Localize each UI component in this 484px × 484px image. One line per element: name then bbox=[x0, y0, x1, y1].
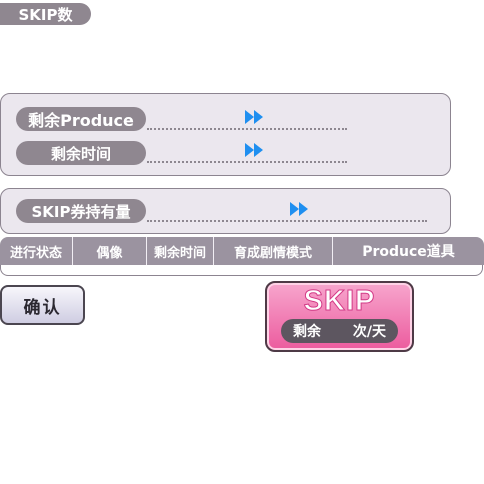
column-header-remaining-time[interactable]: 剩余时间 bbox=[147, 237, 214, 265]
skip-button-title: SKIP bbox=[303, 285, 376, 318]
table-body bbox=[0, 265, 483, 276]
remaining-panel: 剩余Produce 剩余时间 bbox=[0, 93, 451, 176]
fast-forward-icon bbox=[245, 143, 263, 157]
fast-forward-icon bbox=[290, 202, 308, 216]
ticket-panel: SKIP券持有量 bbox=[0, 188, 451, 234]
remaining-time-label: 剩余时间 bbox=[16, 141, 146, 165]
remaining-produce-dotted-line bbox=[147, 128, 347, 130]
column-header-produce-items[interactable]: Produce道具 bbox=[333, 237, 484, 265]
skip-remaining-label: 剩余 bbox=[293, 324, 321, 340]
skip-ticket-dotted-line bbox=[147, 220, 427, 222]
column-header-story-mode[interactable]: 育成剧情模式 bbox=[214, 237, 333, 265]
skip-count-label: SKIP数 bbox=[0, 3, 91, 25]
skip-ticket-label: SKIP券持有量 bbox=[16, 199, 146, 223]
remaining-produce-label: 剩余Produce bbox=[16, 107, 146, 131]
column-header-idol[interactable]: 偶像 bbox=[73, 237, 147, 265]
skip-per-day-label: 次/天 bbox=[352, 324, 386, 340]
skip-button[interactable]: SKIP 剩余 次/天 bbox=[265, 281, 414, 352]
fast-forward-icon bbox=[245, 110, 263, 124]
column-header-status[interactable]: 进行状态 bbox=[0, 237, 73, 265]
remaining-time-dotted-line bbox=[147, 161, 347, 163]
skip-remaining-bar: 剩余 次/天 bbox=[281, 319, 398, 343]
confirm-button[interactable]: 确认 bbox=[0, 285, 85, 325]
table-header: 进行状态 偶像 剩余时间 育成剧情模式 Produce道具 bbox=[0, 237, 484, 265]
